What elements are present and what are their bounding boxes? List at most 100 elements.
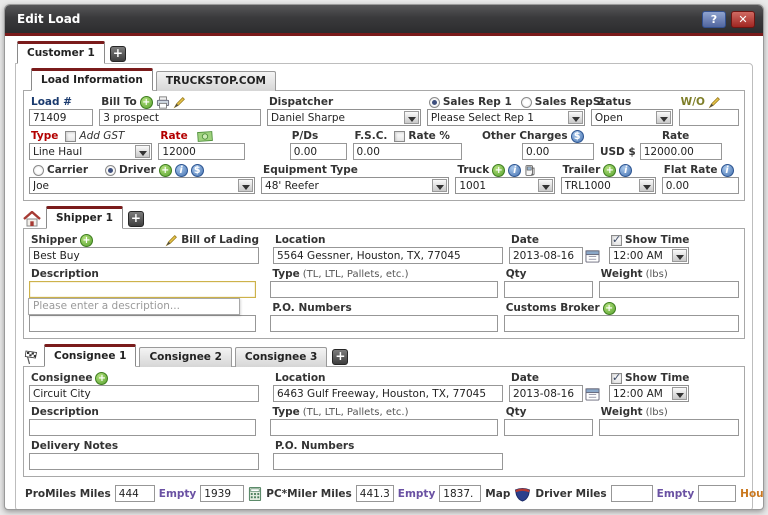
close-button[interactable]: ✕ bbox=[731, 11, 755, 28]
calendar-icon[interactable] bbox=[585, 249, 600, 263]
add-bill-to-icon[interactable] bbox=[140, 96, 153, 109]
flat-rate-info-icon[interactable] bbox=[721, 164, 734, 177]
map-shield-icon[interactable] bbox=[514, 485, 531, 502]
calculator-icon[interactable] bbox=[248, 487, 262, 501]
truck-select[interactable]: 1001 bbox=[455, 177, 554, 194]
consignee-po-label: P.O. Numbers bbox=[275, 440, 354, 452]
consignee-weight-unit: (lbs) bbox=[646, 407, 668, 418]
bill-to-input[interactable] bbox=[99, 109, 261, 126]
sales-rep-select[interactable]: Please Select Rep 1 bbox=[427, 109, 585, 126]
customs-broker-label: Customs Broker bbox=[506, 302, 600, 314]
wo-pencil-icon[interactable] bbox=[708, 96, 721, 109]
pcmiler-input[interactable] bbox=[356, 485, 394, 502]
dispatcher-label: Dispatcher bbox=[269, 96, 333, 108]
print-icon[interactable] bbox=[156, 96, 170, 109]
shipper-description-input[interactable] bbox=[29, 281, 256, 298]
driver-radio[interactable] bbox=[105, 165, 116, 176]
pcmiler-label: PC*Miler Miles bbox=[266, 488, 352, 500]
status-select[interactable]: Open bbox=[591, 109, 673, 126]
load-information-box: Load # Bill To Dispatcher bbox=[23, 90, 745, 201]
dropdown-arrow-icon bbox=[538, 179, 553, 192]
consignee-weight-input[interactable] bbox=[599, 419, 739, 436]
other-charges-label: Other Charges bbox=[482, 130, 568, 142]
driver-pay-icon[interactable] bbox=[191, 164, 204, 177]
add-shipper-button[interactable] bbox=[128, 211, 144, 227]
driver-empty-input[interactable] bbox=[698, 485, 736, 502]
consignee-po-input[interactable] bbox=[273, 453, 503, 470]
fuel-icon[interactable] bbox=[524, 164, 536, 177]
consignee-date-input[interactable] bbox=[509, 385, 583, 402]
rate-usd-input[interactable] bbox=[640, 143, 722, 160]
help-button[interactable]: ? bbox=[702, 11, 726, 28]
add-customs-broker-icon[interactable] bbox=[603, 302, 616, 315]
rate-input[interactable] bbox=[158, 143, 244, 160]
add-consignee-icon[interactable] bbox=[95, 372, 108, 385]
shipper-type-input[interactable] bbox=[270, 281, 497, 298]
shipper-weight-input[interactable] bbox=[599, 281, 739, 298]
home-icon bbox=[23, 211, 41, 227]
consignee-show-time-checkbox[interactable] bbox=[611, 373, 622, 384]
add-customer-button[interactable] bbox=[110, 46, 126, 62]
consignee-description-input[interactable] bbox=[29, 419, 256, 436]
tab-consignee-2[interactable]: Consignee 2 bbox=[139, 347, 231, 367]
consignee-location-input[interactable] bbox=[273, 385, 503, 402]
flat-rate-input[interactable] bbox=[662, 177, 739, 194]
driver-miles-input[interactable] bbox=[611, 485, 653, 502]
sales-rep2-radio[interactable] bbox=[521, 97, 532, 108]
trailer-info-icon[interactable] bbox=[619, 164, 632, 177]
tab-load-information[interactable]: Load Information bbox=[31, 68, 153, 91]
promiles-empty-input[interactable] bbox=[200, 485, 244, 502]
edit-pencil-icon[interactable] bbox=[173, 96, 186, 109]
consignee-name-input[interactable] bbox=[29, 385, 259, 402]
tab-consignee-1[interactable]: Consignee 1 bbox=[44, 344, 136, 367]
customs-broker-input[interactable] bbox=[504, 315, 739, 332]
consignee-type-input[interactable] bbox=[270, 419, 497, 436]
sales-rep1-label: Sales Rep 1 bbox=[443, 96, 512, 108]
shipper-po-label: P.O. Numbers bbox=[272, 302, 351, 314]
add-driver-icon[interactable] bbox=[159, 164, 172, 177]
delivery-notes-input[interactable] bbox=[29, 453, 259, 470]
driver-info-icon[interactable] bbox=[175, 164, 188, 177]
add-truck-icon[interactable] bbox=[492, 164, 505, 177]
tab-truckstop[interactable]: TRUCKSTOP.COM bbox=[156, 71, 276, 91]
type-select[interactable]: Line Haul bbox=[29, 143, 152, 160]
truck-info-icon[interactable] bbox=[508, 164, 521, 177]
tab-shipper-1[interactable]: Shipper 1 bbox=[46, 206, 123, 229]
rate-percent-checkbox[interactable] bbox=[394, 131, 405, 142]
trailer-select[interactable]: TRL1000 bbox=[561, 177, 656, 194]
add-gst-checkbox[interactable] bbox=[65, 131, 76, 142]
tab-customer-1[interactable]: Customer 1 bbox=[17, 41, 105, 64]
customer-panel: Load Information TRUCKSTOP.COM Load # Bi… bbox=[15, 63, 753, 510]
load-number-input[interactable] bbox=[29, 109, 93, 126]
fsc-input[interactable] bbox=[353, 143, 463, 160]
consignee-qty-input[interactable] bbox=[504, 419, 593, 436]
shipper-name-input[interactable] bbox=[29, 247, 259, 264]
promiles-input[interactable] bbox=[115, 485, 155, 502]
shipper-time-select[interactable]: 12:00 AM bbox=[609, 247, 689, 264]
tab-consignee-3[interactable]: Consignee 3 bbox=[235, 347, 327, 367]
wo-input[interactable] bbox=[679, 109, 739, 126]
pcmiler-empty-input[interactable] bbox=[439, 485, 481, 502]
shipper-date-input[interactable] bbox=[509, 247, 583, 264]
calendar-icon[interactable] bbox=[585, 387, 600, 401]
driver-select[interactable]: Joe bbox=[29, 177, 255, 194]
shipper-location-input[interactable] bbox=[273, 247, 503, 264]
pds-input[interactable] bbox=[290, 143, 347, 160]
shipper-po-input[interactable] bbox=[270, 315, 497, 332]
add-shipper-icon[interactable] bbox=[80, 234, 93, 247]
add-trailer-icon[interactable] bbox=[603, 164, 616, 177]
shipper-qty-input[interactable] bbox=[504, 281, 593, 298]
shipper-notes-input[interactable] bbox=[29, 315, 256, 332]
add-consignee-button[interactable] bbox=[332, 349, 348, 365]
rate-percent-label: Rate % bbox=[408, 130, 450, 142]
sales-rep1-radio[interactable] bbox=[429, 97, 440, 108]
consignee-time-select[interactable]: 12:00 AM bbox=[609, 385, 689, 402]
dispatcher-select[interactable]: Daniel Sharpe bbox=[267, 109, 421, 126]
bol-pencil-icon[interactable] bbox=[165, 234, 178, 247]
other-charges-input[interactable] bbox=[522, 143, 594, 160]
other-charges-dollar-icon[interactable] bbox=[571, 130, 584, 143]
shipper-show-time-checkbox[interactable] bbox=[611, 235, 622, 246]
equipment-type-select[interactable]: 48' Reefer bbox=[261, 177, 449, 194]
money-icon[interactable] bbox=[197, 131, 213, 142]
carrier-radio[interactable] bbox=[33, 165, 44, 176]
